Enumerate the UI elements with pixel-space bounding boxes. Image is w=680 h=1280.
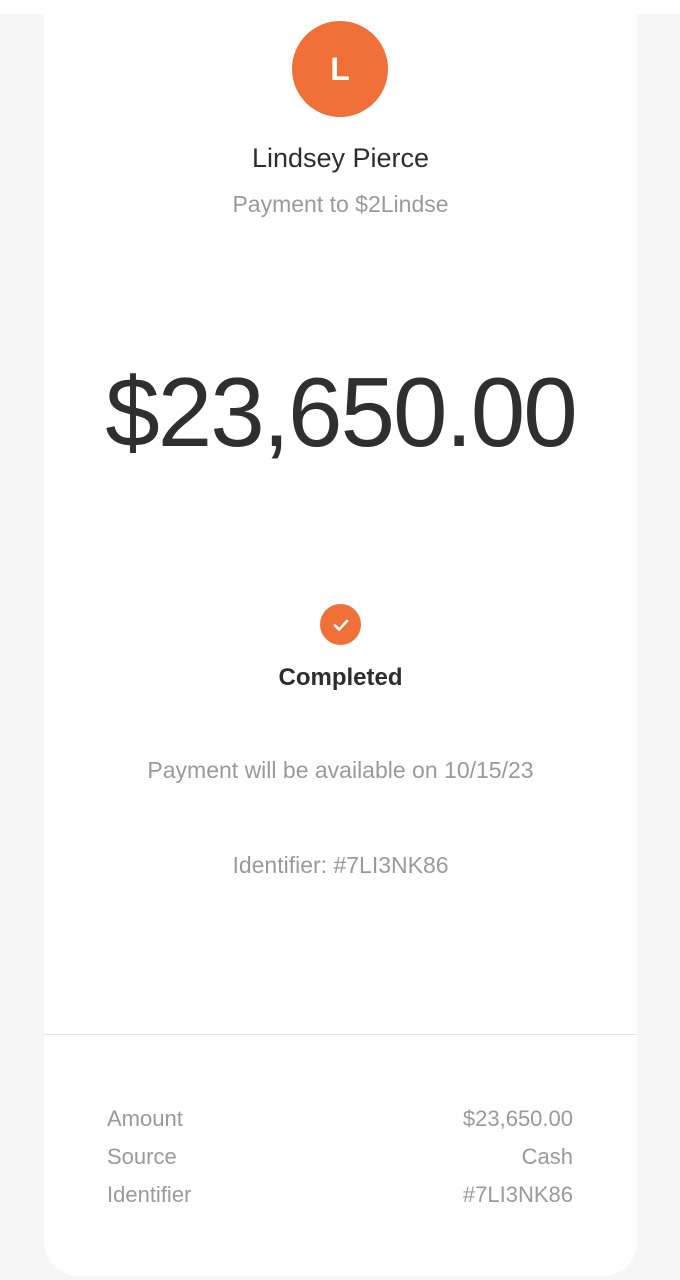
detail-row-amount: Amount $23,650.00 (107, 1104, 573, 1142)
checkmark-icon (333, 619, 348, 631)
payment-amount: $23,650.00 (105, 357, 577, 467)
divider (44, 1034, 637, 1035)
detail-label: Identifier (107, 1182, 192, 1207)
recipient-name: Lindsey Pierce (251, 143, 430, 173)
detail-value: $23,650.00 (462, 1106, 573, 1131)
payment-subtitle: Payment to $2Lindse (232, 191, 449, 217)
payment-details: Amount $23,650.00 Source Cash Identifier… (107, 1104, 573, 1218)
payment-receipt-card: L Lindsey Pierce Payment to $2Lindse $23… (44, 0, 637, 1276)
detail-label: Source (107, 1144, 177, 1169)
detail-label: Amount (107, 1106, 183, 1131)
identifier-text: Identifier: #7LI3NK86 (232, 852, 449, 878)
detail-value: Cash (521, 1144, 573, 1169)
avatar-initial: L (330, 50, 350, 87)
detail-value: #7LI3NK86 (462, 1182, 573, 1207)
checkmark-circle-icon (320, 604, 361, 645)
detail-row-identifier: Identifier #7LI3NK86 (107, 1180, 573, 1218)
detail-row-source: Source Cash (107, 1142, 573, 1180)
availability-note: Payment will be available on 10/15/23 (147, 757, 534, 783)
avatar[interactable]: L (292, 21, 388, 117)
status-label: Completed (278, 664, 403, 691)
